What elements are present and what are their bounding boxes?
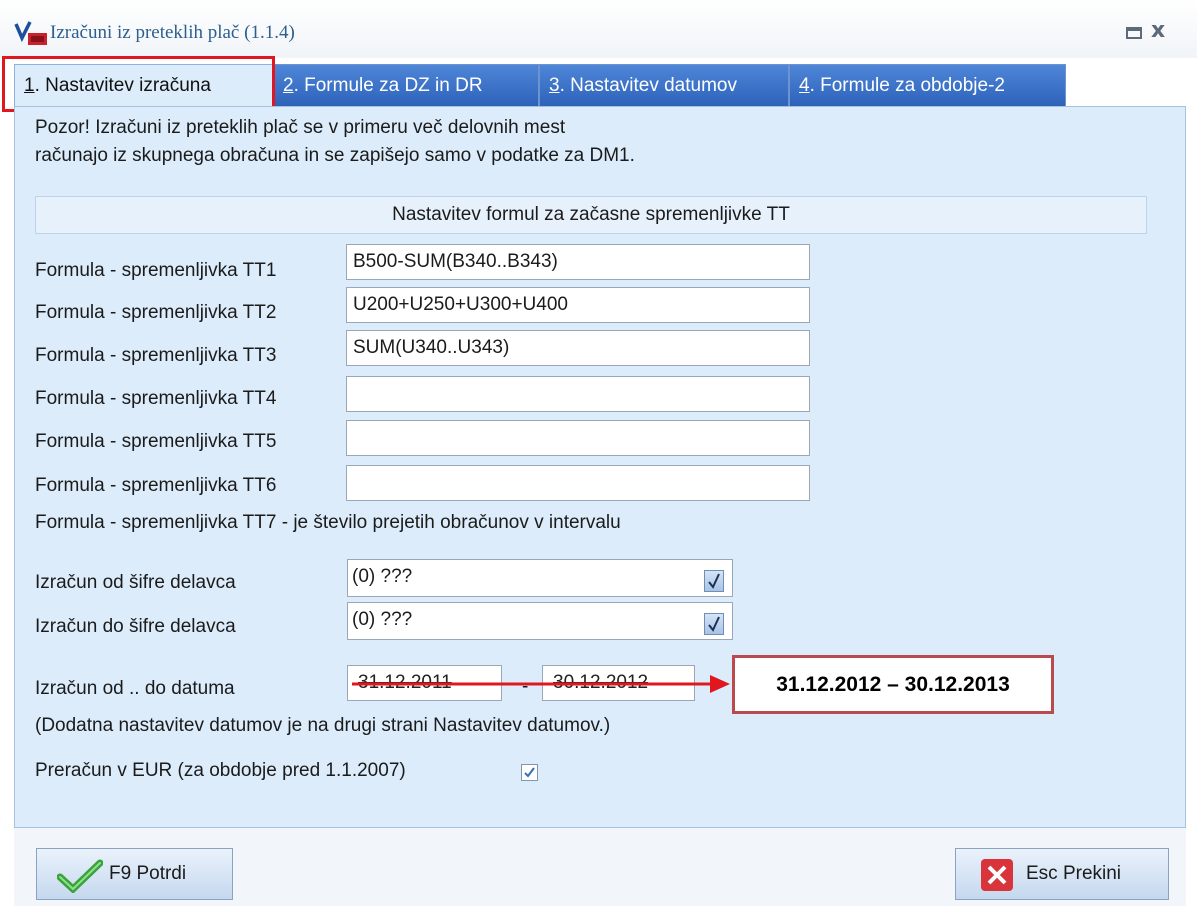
- worker-to-label: Izračun do šifre delavca: [35, 616, 236, 637]
- active-tab-highlight: [2, 56, 275, 112]
- eur-conversion-checkbox[interactable]: [521, 764, 538, 781]
- lookup-check-icon[interactable]: [704, 613, 724, 635]
- close-icon[interactable]: x: [1151, 18, 1165, 43]
- tab-label: . Formule za obdobje-2: [809, 75, 1005, 96]
- tab-formule-dz-dr[interactable]: 2. Formule za DZ in DR: [273, 64, 539, 106]
- confirm-button-label: F9 Potrdi: [109, 863, 187, 884]
- formula-label-tt5: Formula - spremenljivka TT5: [35, 431, 277, 452]
- formula-input-tt2[interactable]: U200+U250+U300+U400: [346, 287, 810, 323]
- checkmark-icon: [524, 767, 535, 778]
- formula-label-tt4: Formula - spremenljivka TT4: [35, 388, 277, 409]
- tab-label: . Nastavitev datumov: [559, 75, 737, 96]
- title-bar: Izračuni iz preteklih plač (1.1.4) x: [0, 0, 1197, 58]
- tab-number: 4: [799, 75, 810, 96]
- lookup-check-icon[interactable]: [704, 570, 724, 592]
- tab-number: 2: [283, 75, 294, 96]
- tab-formule-obdobje-2[interactable]: 4. Formule za obdobje-2: [789, 64, 1066, 106]
- cancel-button[interactable]: Esc Prekini: [955, 848, 1169, 900]
- annotation-callout: 31.12.2012 – 30.12.2013: [732, 655, 1054, 714]
- formula-input-tt6[interactable]: [346, 465, 810, 501]
- formula-input-tt3[interactable]: SUM(U340..U343): [346, 330, 810, 366]
- annotation-arrow: [352, 675, 730, 693]
- restore-icon[interactable]: [1123, 24, 1145, 42]
- window-title: Izračuni iz preteklih plač (1.1.4): [50, 22, 295, 43]
- app-logo-icon: [14, 21, 47, 45]
- date-range-label: Izračun od .. do datuma: [35, 678, 235, 699]
- checkmark-icon: [708, 616, 720, 632]
- checkmark-icon: [708, 573, 720, 589]
- tab-label: . Formule za DZ in DR: [293, 75, 483, 96]
- tab-nastavitev-datumov[interactable]: 3. Nastavitev datumov: [539, 64, 789, 106]
- tt7-note: Formula - spremenljivka TT7 - je število…: [35, 512, 621, 533]
- checkmark-icon: [57, 859, 103, 893]
- cancel-button-label: Esc Prekini: [1026, 863, 1122, 884]
- worker-from-value: (0) ???: [352, 566, 413, 587]
- formula-label-tt3: Formula - spremenljivka TT3: [35, 345, 277, 366]
- formula-input-tt5[interactable]: [346, 420, 810, 456]
- cancel-x-icon: [981, 859, 1013, 891]
- formula-label-tt1: Formula - spremenljivka TT1: [35, 260, 277, 281]
- formula-label-tt2: Formula - spremenljivka TT2: [35, 302, 277, 323]
- worker-from-select[interactable]: (0) ???: [347, 559, 733, 597]
- formula-input-tt1[interactable]: B500-SUM(B340..B343): [346, 244, 810, 280]
- tab-number: 3: [549, 75, 560, 96]
- worker-from-label: Izračun od šifre delavca: [35, 572, 236, 593]
- date-note: (Dodatna nastavitev datumov je na drugi …: [35, 715, 611, 736]
- section-title: Nastavitev formul za začasne spremenljiv…: [35, 196, 1147, 234]
- warning-line-2: računajo iz skupnega obračuna in se zapi…: [35, 145, 635, 166]
- confirm-button[interactable]: F9 Potrdi: [36, 848, 233, 900]
- formula-input-tt4[interactable]: [346, 376, 810, 412]
- warning-line-1: Pozor! Izračuni iz preteklih plač se v p…: [35, 117, 566, 138]
- formula-label-tt6: Formula - spremenljivka TT6: [35, 475, 277, 496]
- worker-to-select[interactable]: (0) ???: [347, 602, 733, 640]
- eur-conversion-label: Preračun v EUR (za obdobje pred 1.1.2007…: [35, 760, 406, 781]
- worker-to-value: (0) ???: [352, 609, 413, 630]
